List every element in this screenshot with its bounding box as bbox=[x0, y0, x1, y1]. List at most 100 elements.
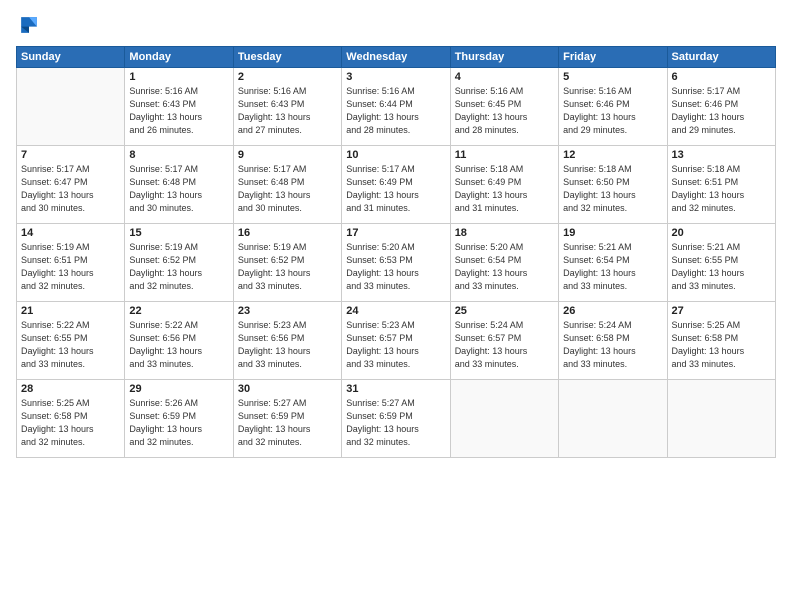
day-number: 25 bbox=[455, 305, 554, 317]
day-info: Sunrise: 5:19 AMSunset: 6:51 PMDaylight:… bbox=[21, 241, 120, 293]
day-number: 16 bbox=[238, 227, 337, 239]
day-info: Sunrise: 5:17 AMSunset: 6:49 PMDaylight:… bbox=[346, 163, 445, 215]
logo bbox=[16, 14, 40, 36]
day-number: 19 bbox=[563, 227, 662, 239]
calendar-cell: 16 Sunrise: 5:19 AMSunset: 6:52 PMDayligh… bbox=[233, 224, 341, 302]
day-info: Sunrise: 5:17 AMSunset: 6:48 PMDaylight:… bbox=[129, 163, 228, 215]
week-row-3: 14 Sunrise: 5:19 AMSunset: 6:51 PMDayligh… bbox=[17, 224, 776, 302]
day-number: 12 bbox=[563, 149, 662, 161]
day-number: 6 bbox=[672, 71, 771, 83]
day-number: 7 bbox=[21, 149, 120, 161]
day-number: 15 bbox=[129, 227, 228, 239]
day-info: Sunrise: 5:24 AMSunset: 6:57 PMDaylight:… bbox=[455, 319, 554, 371]
day-number: 21 bbox=[21, 305, 120, 317]
calendar-cell: 5 Sunrise: 5:16 AMSunset: 6:46 PMDaylight… bbox=[559, 68, 667, 146]
day-info: Sunrise: 5:21 AMSunset: 6:55 PMDaylight:… bbox=[672, 241, 771, 293]
calendar-cell: 27 Sunrise: 5:25 AMSunset: 6:58 PMDayligh… bbox=[667, 302, 775, 380]
day-number: 24 bbox=[346, 305, 445, 317]
calendar-cell: 30 Sunrise: 5:27 AMSunset: 6:59 PMDayligh… bbox=[233, 380, 341, 458]
calendar-cell: 24Sunrise: 5:23 AMSunset: 6:57 PMDayligh… bbox=[342, 302, 450, 380]
day-info: Sunrise: 5:18 AMSunset: 6:49 PMDaylight:… bbox=[455, 163, 554, 215]
week-row-2: 7Sunrise: 5:17 AMSunset: 6:47 PMDaylight… bbox=[17, 146, 776, 224]
weekday-sunday: Sunday bbox=[17, 47, 125, 68]
day-number: 26 bbox=[563, 305, 662, 317]
day-number: 23 bbox=[238, 305, 337, 317]
week-row-5: 28Sunrise: 5:25 AMSunset: 6:58 PMDayligh… bbox=[17, 380, 776, 458]
day-number: 8 bbox=[129, 149, 228, 161]
calendar-cell: 21 Sunrise: 5:22 AMSunset: 6:55 PMDayligh… bbox=[17, 302, 125, 380]
week-row-4: 21 Sunrise: 5:22 AMSunset: 6:55 PMDayligh… bbox=[17, 302, 776, 380]
day-info: Sunrise: 5:19 AMSunset: 6:52 PMDaylight:… bbox=[238, 241, 337, 293]
day-info: Sunrise: 5:27 AMSunset: 6:59 PMDaylight:… bbox=[238, 397, 337, 449]
calendar-cell bbox=[17, 68, 125, 146]
weekday-wednesday: Wednesday bbox=[342, 47, 450, 68]
weekday-monday: Monday bbox=[125, 47, 233, 68]
day-number: 27 bbox=[672, 305, 771, 317]
day-info: Sunrise: 5:18 AMSunset: 6:50 PMDaylight:… bbox=[563, 163, 662, 215]
day-number: 5 bbox=[563, 71, 662, 83]
day-number: 14 bbox=[21, 227, 120, 239]
calendar-cell: 20 Sunrise: 5:21 AMSunset: 6:55 PMDayligh… bbox=[667, 224, 775, 302]
calendar-cell: 31 Sunrise: 5:27 AMSunset: 6:59 PMDayligh… bbox=[342, 380, 450, 458]
calendar-cell: 13 Sunrise: 5:18 AMSunset: 6:51 PMDayligh… bbox=[667, 146, 775, 224]
day-info: Sunrise: 5:25 AMSunset: 6:58 PMDaylight:… bbox=[21, 397, 120, 449]
day-number: 13 bbox=[672, 149, 771, 161]
calendar-cell: 4 Sunrise: 5:16 AMSunset: 6:45 PMDaylight… bbox=[450, 68, 558, 146]
calendar-cell: 12 Sunrise: 5:18 AMSunset: 6:50 PMDayligh… bbox=[559, 146, 667, 224]
calendar-cell: 14 Sunrise: 5:19 AMSunset: 6:51 PMDayligh… bbox=[17, 224, 125, 302]
day-info: Sunrise: 5:19 AMSunset: 6:52 PMDaylight:… bbox=[129, 241, 228, 293]
day-number: 20 bbox=[672, 227, 771, 239]
day-number: 30 bbox=[238, 383, 337, 395]
day-number: 3 bbox=[346, 71, 445, 83]
day-info: Sunrise: 5:16 AMSunset: 6:46 PMDaylight:… bbox=[563, 85, 662, 137]
calendar-cell: 1 Sunrise: 5:16 AMSunset: 6:43 PMDaylight… bbox=[125, 68, 233, 146]
day-info: Sunrise: 5:22 AMSunset: 6:55 PMDaylight:… bbox=[21, 319, 120, 371]
weekday-saturday: Saturday bbox=[667, 47, 775, 68]
calendar-cell: 25 Sunrise: 5:24 AMSunset: 6:57 PMDayligh… bbox=[450, 302, 558, 380]
day-number: 10 bbox=[346, 149, 445, 161]
page: SundayMondayTuesdayWednesdayThursdayFrid… bbox=[0, 0, 792, 612]
day-number: 1 bbox=[129, 71, 228, 83]
calendar-cell: 17Sunrise: 5:20 AMSunset: 6:53 PMDayligh… bbox=[342, 224, 450, 302]
calendar-cell bbox=[667, 380, 775, 458]
day-number: 29 bbox=[129, 383, 228, 395]
calendar-cell: 22 Sunrise: 5:22 AMSunset: 6:56 PMDayligh… bbox=[125, 302, 233, 380]
day-info: Sunrise: 5:20 AMSunset: 6:54 PMDaylight:… bbox=[455, 241, 554, 293]
weekday-friday: Friday bbox=[559, 47, 667, 68]
week-row-1: 1 Sunrise: 5:16 AMSunset: 6:43 PMDaylight… bbox=[17, 68, 776, 146]
day-info: Sunrise: 5:25 AMSunset: 6:58 PMDaylight:… bbox=[672, 319, 771, 371]
calendar-cell bbox=[450, 380, 558, 458]
weekday-tuesday: Tuesday bbox=[233, 47, 341, 68]
calendar-cell: 28Sunrise: 5:25 AMSunset: 6:58 PMDayligh… bbox=[17, 380, 125, 458]
calendar-cell: 8 Sunrise: 5:17 AMSunset: 6:48 PMDaylight… bbox=[125, 146, 233, 224]
day-info: Sunrise: 5:18 AMSunset: 6:51 PMDaylight:… bbox=[672, 163, 771, 215]
calendar-cell: 2Sunrise: 5:16 AMSunset: 6:43 PMDaylight… bbox=[233, 68, 341, 146]
day-info: Sunrise: 5:21 AMSunset: 6:54 PMDaylight:… bbox=[563, 241, 662, 293]
day-info: Sunrise: 5:17 AMSunset: 6:48 PMDaylight:… bbox=[238, 163, 337, 215]
day-number: 4 bbox=[455, 71, 554, 83]
calendar-cell: 29 Sunrise: 5:26 AMSunset: 6:59 PMDayligh… bbox=[125, 380, 233, 458]
day-info: Sunrise: 5:22 AMSunset: 6:56 PMDaylight:… bbox=[129, 319, 228, 371]
calendar-cell: 11 Sunrise: 5:18 AMSunset: 6:49 PMDayligh… bbox=[450, 146, 558, 224]
logo-arrow-icon bbox=[18, 14, 40, 36]
calendar-cell bbox=[559, 380, 667, 458]
calendar-cell: 9Sunrise: 5:17 AMSunset: 6:48 PMDaylight… bbox=[233, 146, 341, 224]
day-info: Sunrise: 5:26 AMSunset: 6:59 PMDaylight:… bbox=[129, 397, 228, 449]
weekday-header-row: SundayMondayTuesdayWednesdayThursdayFrid… bbox=[17, 47, 776, 68]
day-number: 22 bbox=[129, 305, 228, 317]
calendar-cell: 23 Sunrise: 5:23 AMSunset: 6:56 PMDayligh… bbox=[233, 302, 341, 380]
day-number: 31 bbox=[346, 383, 445, 395]
day-info: Sunrise: 5:16 AMSunset: 6:45 PMDaylight:… bbox=[455, 85, 554, 137]
day-info: Sunrise: 5:16 AMSunset: 6:43 PMDaylight:… bbox=[129, 85, 228, 137]
day-info: Sunrise: 5:23 AMSunset: 6:56 PMDaylight:… bbox=[238, 319, 337, 371]
day-number: 2 bbox=[238, 71, 337, 83]
calendar-cell: 10 Sunrise: 5:17 AMSunset: 6:49 PMDayligh… bbox=[342, 146, 450, 224]
header bbox=[16, 14, 776, 36]
calendar-cell: 19 Sunrise: 5:21 AMSunset: 6:54 PMDayligh… bbox=[559, 224, 667, 302]
day-info: Sunrise: 5:17 AMSunset: 6:46 PMDaylight:… bbox=[672, 85, 771, 137]
calendar-cell: 7Sunrise: 5:17 AMSunset: 6:47 PMDaylight… bbox=[17, 146, 125, 224]
day-info: Sunrise: 5:16 AMSunset: 6:44 PMDaylight:… bbox=[346, 85, 445, 137]
day-number: 11 bbox=[455, 149, 554, 161]
day-info: Sunrise: 5:24 AMSunset: 6:58 PMDaylight:… bbox=[563, 319, 662, 371]
day-info: Sunrise: 5:27 AMSunset: 6:59 PMDaylight:… bbox=[346, 397, 445, 449]
